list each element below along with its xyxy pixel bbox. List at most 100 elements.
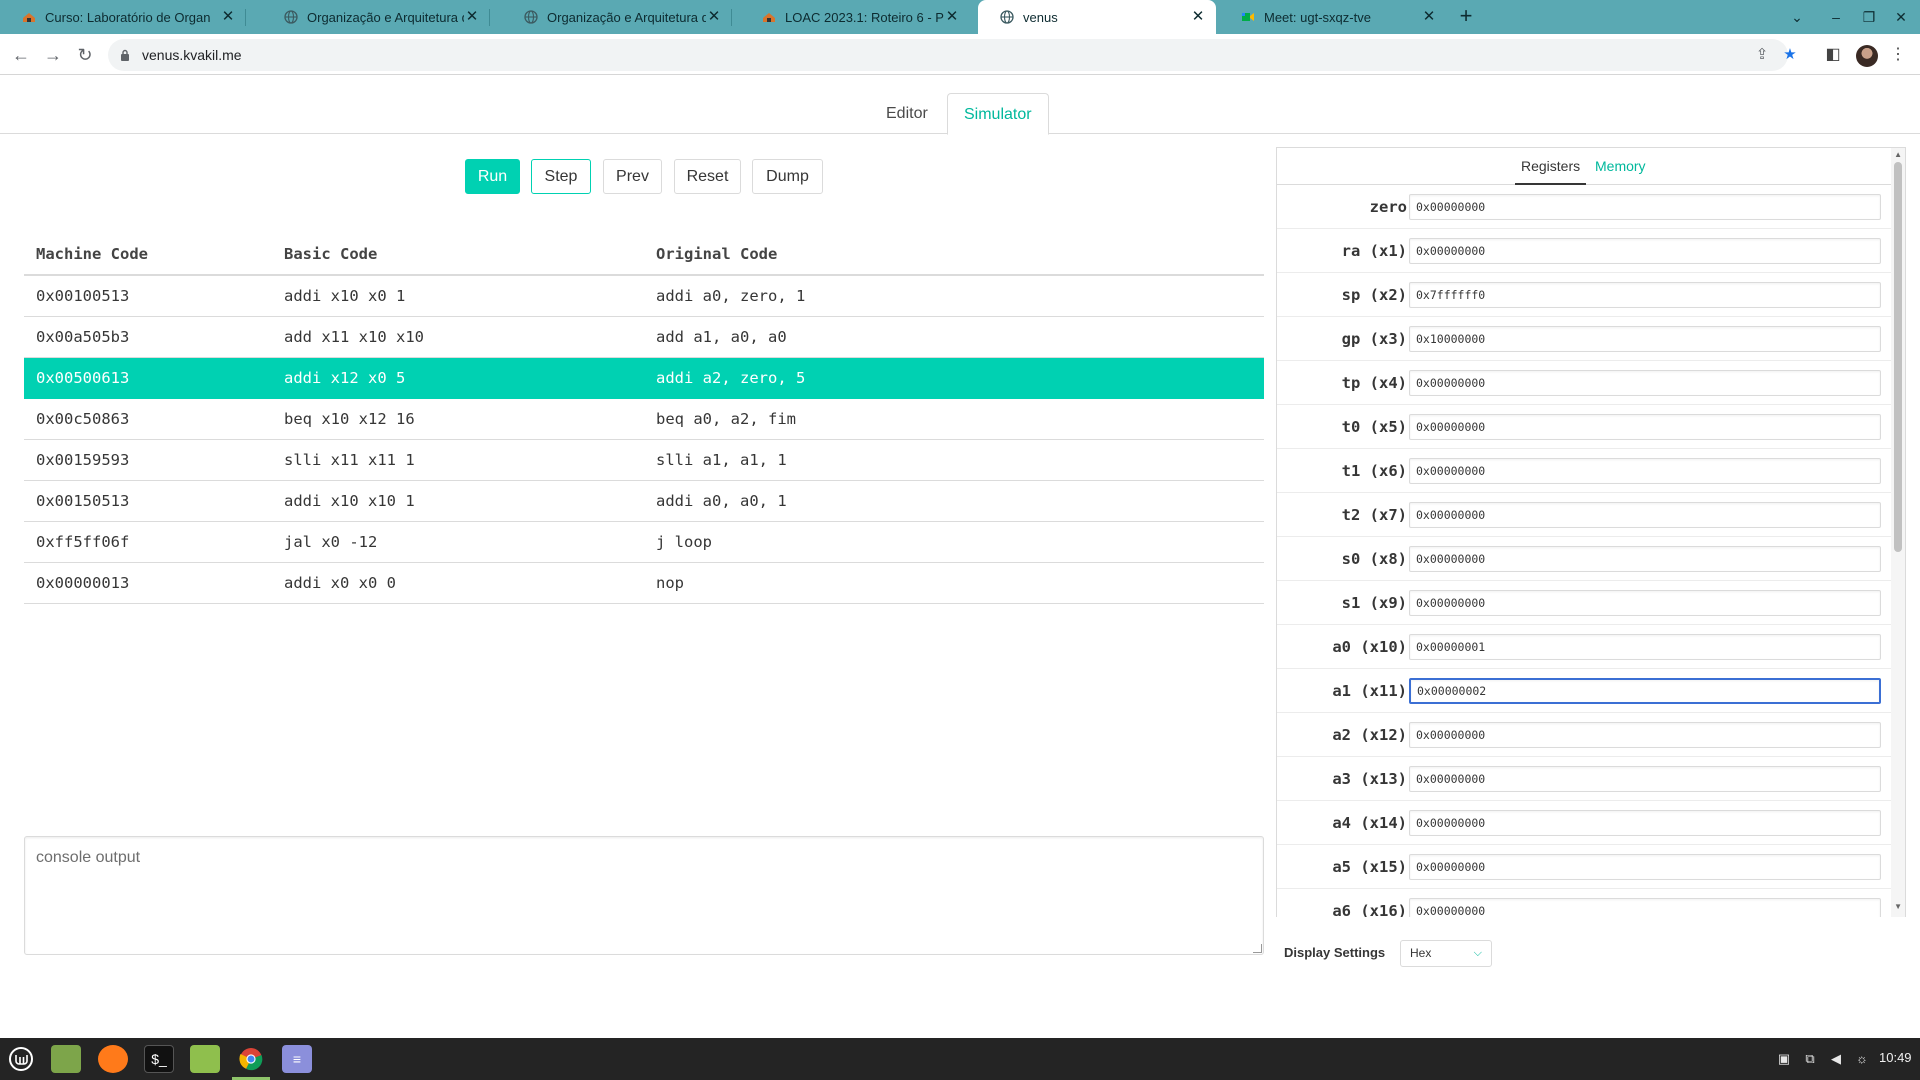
table-row[interactable]: 0x00500613 addi x12 x0 5 addi a2, zero, 5 <box>24 358 1264 399</box>
register-value-input[interactable] <box>1409 194 1881 220</box>
prev-button[interactable]: Prev <box>603 159 662 194</box>
reset-button[interactable]: Reset <box>674 159 741 194</box>
firefox-icon[interactable] <box>98 1045 128 1073</box>
table-row[interactable]: 0xff5ff06f jal x0 -12 j loop <box>24 522 1264 563</box>
files-icon[interactable] <box>51 1045 81 1073</box>
browser-tab[interactable]: LOAC 2023.1: Roteiro 6 - Part ✕ <box>740 0 970 34</box>
tab-registers[interactable]: Registers <box>1515 148 1587 185</box>
program-table: Machine Code Basic Code Original Code 0x… <box>24 234 1264 604</box>
table-row[interactable]: 0x00100513 addi x10 x0 1 addi a0, zero, 1 <box>24 276 1264 317</box>
cell-original-code: addi a2, zero, 5 <box>656 369 806 387</box>
cell-basic-code: addi x0 x0 0 <box>284 574 396 592</box>
register-row: a4 (x14) <box>1277 801 1893 845</box>
tab-title: venus <box>1023 9 1058 25</box>
register-name: gp (x3) <box>1341 330 1407 348</box>
resize-handle-icon[interactable] <box>1253 944 1262 953</box>
register-name: zero <box>1369 198 1407 216</box>
mint-menu-icon[interactable] <box>6 1045 36 1073</box>
cell-original-code: beq a0, a2, fim <box>656 410 796 428</box>
clipboard-icon[interactable]: ▣ <box>1775 1050 1793 1068</box>
register-value-input[interactable] <box>1409 546 1881 572</box>
table-row[interactable]: 0x00159593 slli x11 x11 1 slli a1, a1, 1 <box>24 440 1264 481</box>
side-panel-icon[interactable]: ◧ <box>1822 44 1844 66</box>
bookmark-star-icon[interactable]: ★ <box>1780 45 1800 65</box>
restore-icon[interactable]: ❐ <box>1858 6 1880 28</box>
register-value-input[interactable] <box>1409 810 1881 836</box>
register-value-input[interactable] <box>1409 634 1881 660</box>
register-row: s0 (x8) <box>1277 537 1893 581</box>
volume-icon[interactable]: ◀ <box>1827 1050 1845 1068</box>
cell-basic-code: addi x12 x0 5 <box>284 369 406 387</box>
column-header-machine-code: Machine Code <box>36 245 148 263</box>
browser-tab[interactable]: Meet: ugt-sxqz-tve ✕ <box>1219 0 1447 34</box>
register-row: sp (x2) <box>1277 273 1893 317</box>
chrome-icon[interactable] <box>236 1045 266 1073</box>
step-button[interactable]: Step <box>531 159 591 194</box>
tab-close-icon[interactable]: ✕ <box>706 9 722 25</box>
tab-simulator[interactable]: Simulator <box>947 93 1049 135</box>
tab-close-icon[interactable]: ✕ <box>464 9 480 25</box>
cell-machine-code: 0x00150513 <box>36 492 130 510</box>
register-value-input[interactable] <box>1409 282 1881 308</box>
dump-button[interactable]: Dump <box>752 159 823 194</box>
tab-close-icon[interactable]: ✕ <box>1421 9 1437 25</box>
display-format-select[interactable]: Hex ⌵ <box>1400 940 1492 967</box>
register-row: t0 (x5) <box>1277 405 1893 449</box>
register-value-input[interactable] <box>1409 370 1881 396</box>
new-tab-button[interactable]: + <box>1453 4 1479 30</box>
console-output[interactable]: console output <box>24 836 1264 955</box>
register-value-input[interactable] <box>1409 854 1881 880</box>
terminal-icon[interactable]: $_ <box>144 1045 174 1073</box>
scroll-up-icon[interactable]: ▲ <box>1894 150 1902 159</box>
register-value-input[interactable] <box>1409 458 1881 484</box>
register-value-input[interactable] <box>1409 678 1881 704</box>
address-bar[interactable]: venus.kvakil.me ⇪ ★ <box>108 39 1797 71</box>
tab-memory[interactable]: Memory <box>1589 148 1652 185</box>
register-value-input[interactable] <box>1409 414 1881 440</box>
tab-close-icon[interactable]: ✕ <box>220 9 236 25</box>
register-value-input[interactable] <box>1409 502 1881 528</box>
forward-icon[interactable]: → <box>40 42 66 68</box>
reload-icon[interactable]: ↻ <box>72 42 98 68</box>
table-row[interactable]: 0x00c50863 beq x10 x12 16 beq a0, a2, fim <box>24 399 1264 440</box>
minimize-icon[interactable]: – <box>1825 6 1847 28</box>
tab-editor[interactable]: Editor <box>870 93 944 134</box>
register-value-input[interactable] <box>1409 326 1881 352</box>
register-value-input[interactable] <box>1409 898 1881 917</box>
cell-basic-code: addi x10 x10 1 <box>284 492 415 510</box>
scroll-thumb[interactable] <box>1894 162 1902 552</box>
url-text: venus.kvakil.me <box>142 47 242 63</box>
share-icon[interactable]: ⇪ <box>1752 45 1772 65</box>
register-value-input[interactable] <box>1409 238 1881 264</box>
tab-search-icon[interactable]: ⌄ <box>1786 6 1808 28</box>
clock[interactable]: 10:49 <box>1879 1050 1912 1065</box>
register-value-input[interactable] <box>1409 590 1881 616</box>
scroll-down-icon[interactable]: ▼ <box>1894 902 1902 911</box>
network-icon[interactable]: ⧉ <box>1801 1050 1819 1068</box>
register-value-input[interactable] <box>1409 722 1881 748</box>
browser-tab[interactable]: venus ✕ <box>978 0 1216 34</box>
register-name: a5 (x15) <box>1332 858 1407 876</box>
cell-machine-code: 0x00000013 <box>36 574 130 592</box>
brightness-icon[interactable]: ☼ <box>1853 1050 1871 1068</box>
tab-close-icon[interactable]: ✕ <box>1190 9 1206 25</box>
text-editor-icon[interactable]: ≡ <box>282 1045 312 1073</box>
cell-original-code: j loop <box>656 533 712 551</box>
register-value-input[interactable] <box>1409 766 1881 792</box>
menu-icon[interactable]: ⋮ <box>1887 44 1909 66</box>
tab-close-icon[interactable]: ✕ <box>944 9 960 25</box>
back-icon[interactable]: ← <box>8 42 34 68</box>
table-row[interactable]: 0x00a505b3 add x11 x10 x10 add a1, a0, a0 <box>24 317 1264 358</box>
browser-tab[interactable]: Curso: Laboratório de Organ ✕ <box>0 0 246 34</box>
table-row[interactable]: 0x00150513 addi x10 x10 1 addi a0, a0, 1 <box>24 481 1264 522</box>
register-scrollbar[interactable]: ▲ ▼ <box>1891 148 1905 917</box>
close-window-icon[interactable]: ✕ <box>1890 6 1912 28</box>
cell-original-code: addi a0, zero, 1 <box>656 287 806 305</box>
folder-icon[interactable] <box>190 1045 220 1073</box>
profile-avatar[interactable] <box>1856 45 1878 67</box>
run-button[interactable]: Run <box>465 159 520 194</box>
browser-tab[interactable]: Organização e Arquitetura de ✕ <box>262 0 490 34</box>
table-row[interactable]: 0x00000013 addi x0 x0 0 nop <box>24 563 1264 604</box>
cell-machine-code: 0x00c50863 <box>36 410 130 428</box>
browser-tab[interactable]: Organização e Arquitetura de ✕ <box>502 0 732 34</box>
